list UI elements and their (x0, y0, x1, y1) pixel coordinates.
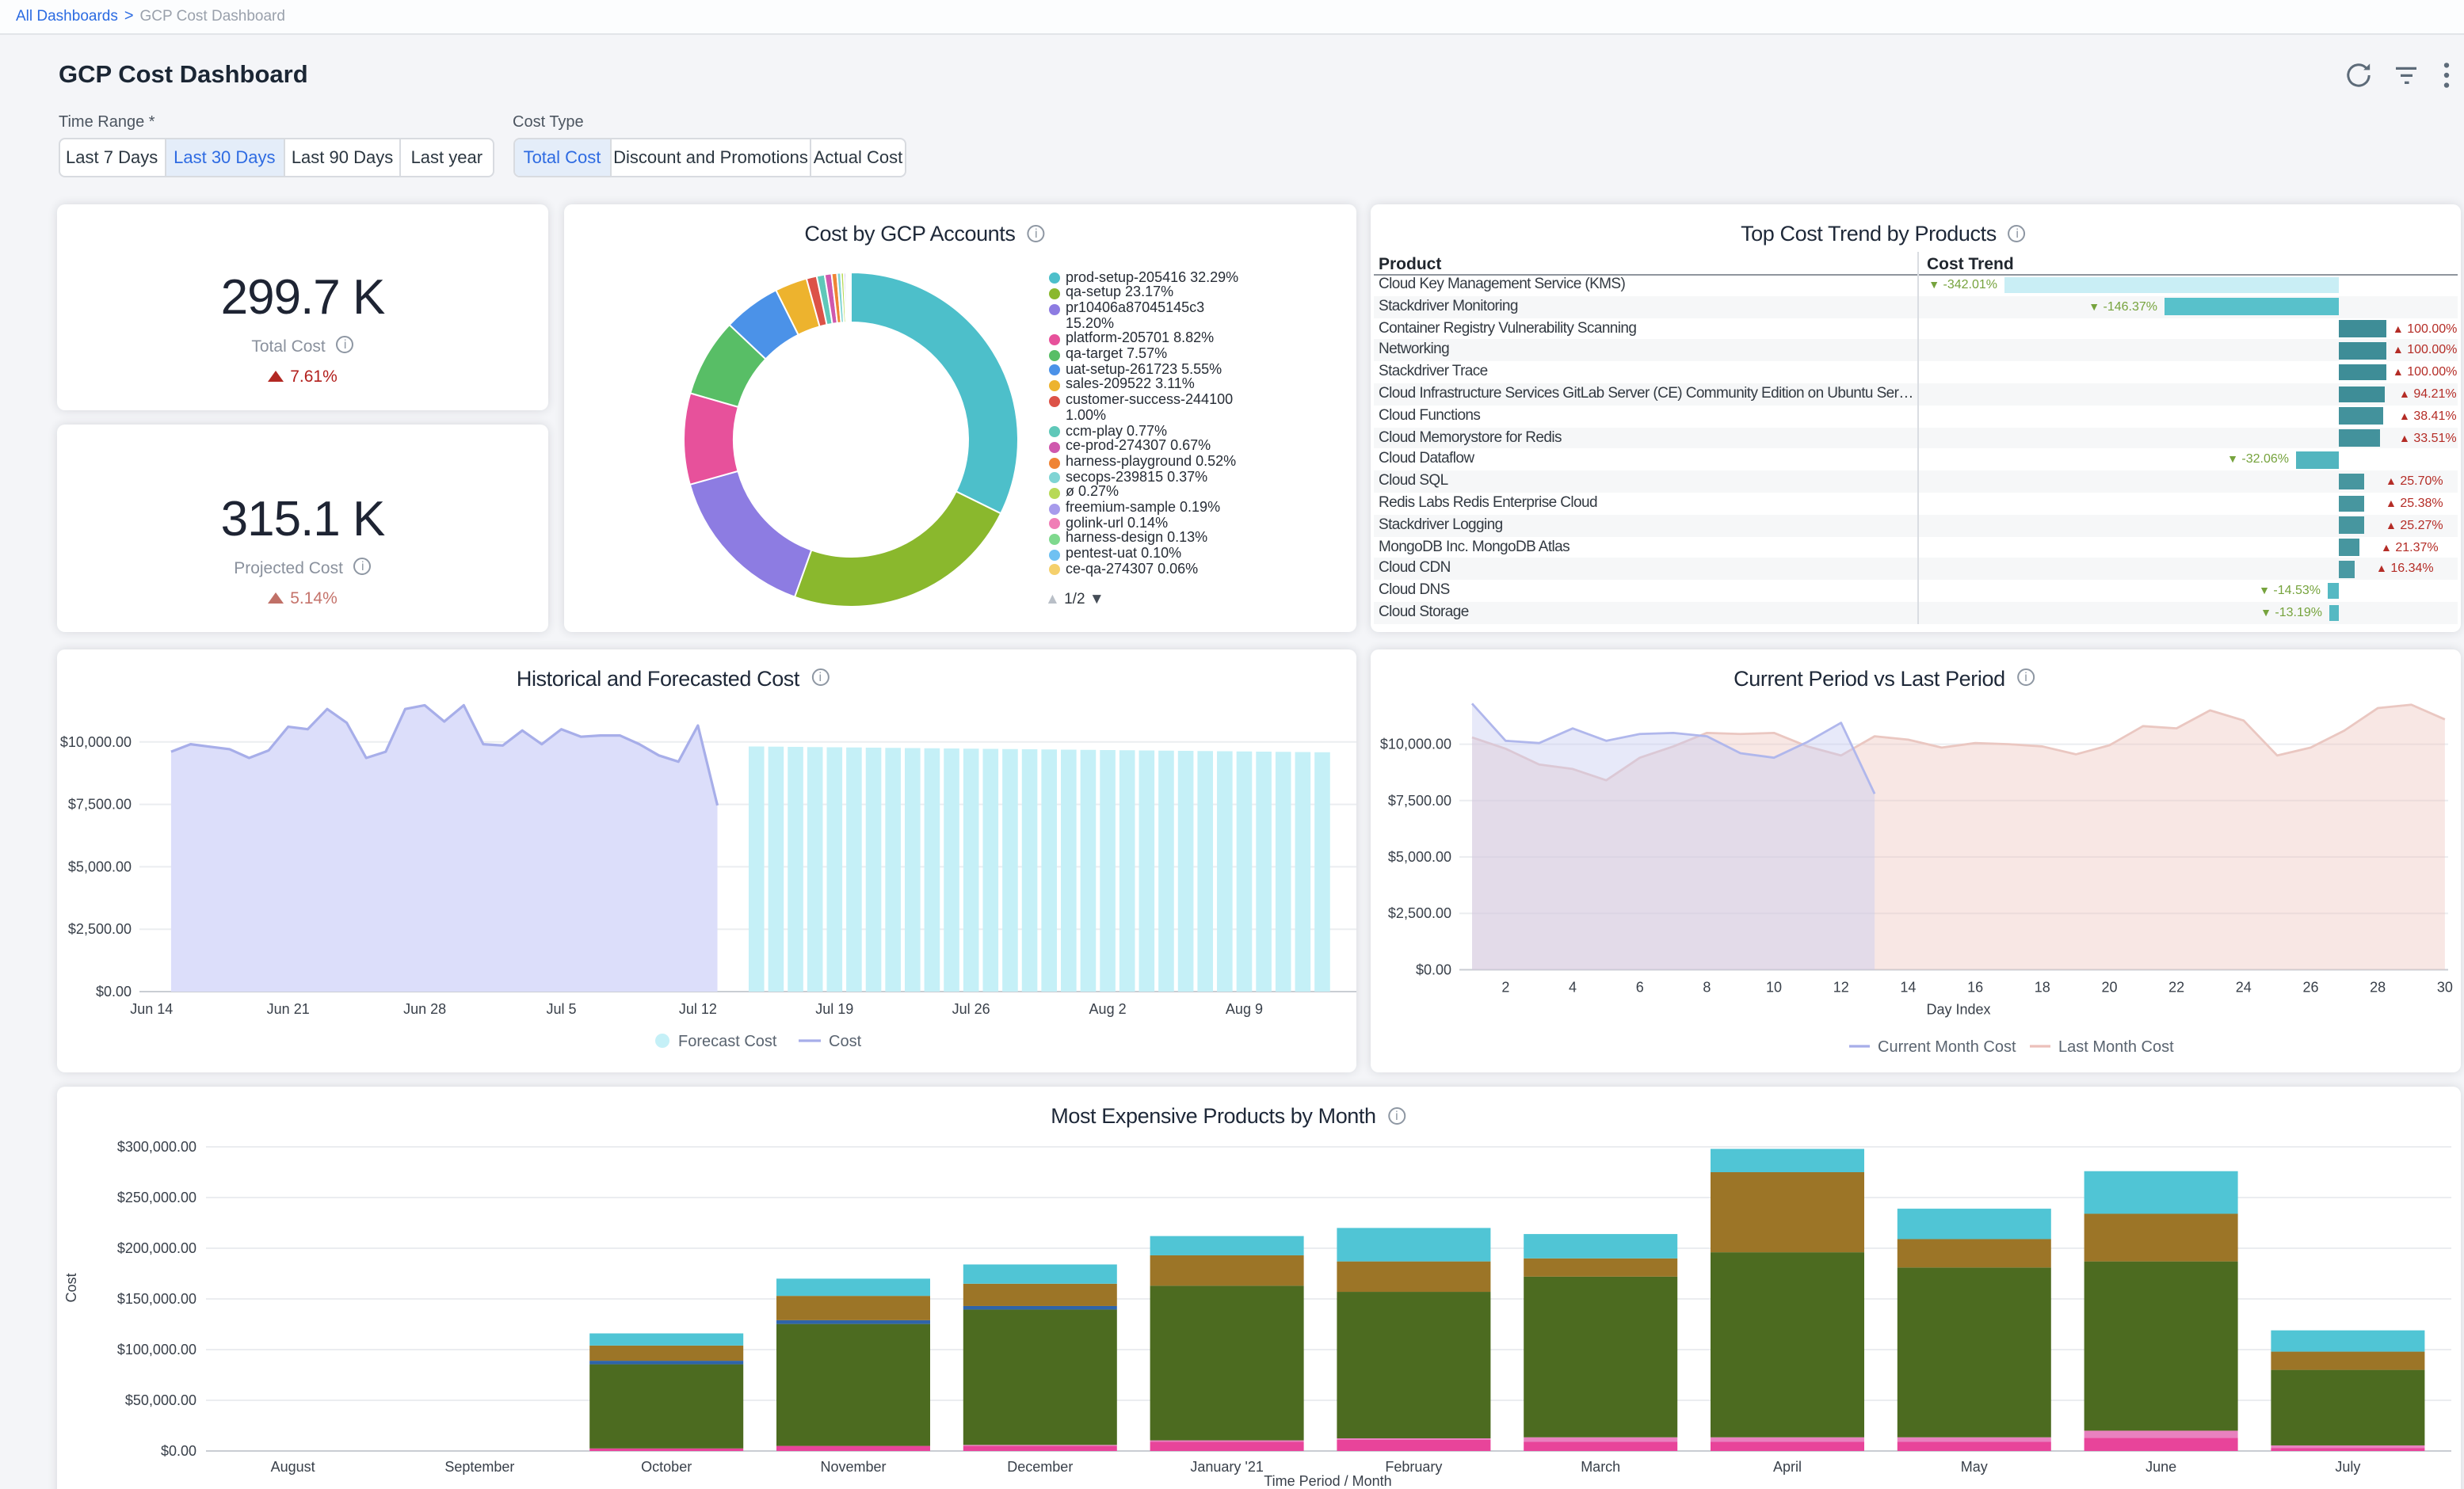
svg-text:$0.00: $0.00 (161, 1443, 196, 1459)
svg-text:$100,000.00: $100,000.00 (117, 1342, 196, 1358)
svg-text:4: 4 (1568, 978, 1576, 994)
svg-text:January '21: January '21 (1190, 1459, 1264, 1475)
svg-text:$5,000.00: $5,000.00 (1387, 848, 1451, 864)
svg-text:$2,500.00: $2,500.00 (68, 920, 132, 936)
svg-text:February: February (1385, 1459, 1442, 1475)
svg-text:April: April (1773, 1459, 1802, 1475)
svg-text:$0.00: $0.00 (1415, 961, 1451, 977)
svg-text:Aug 9: Aug 9 (1226, 1000, 1263, 1016)
svg-text:Aug 2: Aug 2 (1089, 1000, 1127, 1016)
svg-text:June: June (2146, 1459, 2176, 1475)
svg-text:$2,500.00: $2,500.00 (1387, 904, 1451, 920)
svg-text:Jul 26: Jul 26 (952, 1000, 990, 1016)
svg-text:$0.00: $0.00 (96, 983, 132, 999)
svg-text:Jun 21: Jun 21 (267, 1000, 310, 1016)
svg-text:26: 26 (2302, 978, 2317, 994)
svg-text:$10,000.00: $10,000.00 (60, 733, 132, 749)
svg-text:22: 22 (2168, 978, 2184, 994)
svg-text:August: August (271, 1459, 315, 1475)
svg-text:20: 20 (2100, 978, 2116, 994)
svg-text:November: November (820, 1459, 886, 1475)
svg-text:October: October (641, 1459, 692, 1475)
svg-text:Jul 5: Jul 5 (546, 1000, 576, 1016)
svg-text:12: 12 (1833, 978, 1848, 994)
svg-text:6: 6 (1635, 978, 1643, 994)
svg-text:Forecast Cost: Forecast Cost (678, 1032, 777, 1049)
svg-text:14: 14 (1899, 978, 1915, 994)
svg-text:$50,000.00: $50,000.00 (125, 1392, 196, 1408)
svg-text:18: 18 (2034, 978, 2050, 994)
svg-text:28: 28 (2369, 978, 2385, 994)
svg-text:Cost: Cost (63, 1273, 79, 1302)
svg-text:30: 30 (2436, 978, 2452, 994)
svg-text:Jul 19: Jul 19 (815, 1000, 853, 1016)
svg-text:Jun 28: Jun 28 (403, 1000, 446, 1016)
svg-text:December: December (1007, 1459, 1073, 1475)
svg-text:$5,000.00: $5,000.00 (68, 858, 132, 874)
svg-text:March: March (1581, 1459, 1620, 1475)
svg-text:May: May (1961, 1459, 1988, 1475)
svg-text:Jun 14: Jun 14 (130, 1000, 173, 1016)
svg-text:Time Period / Month: Time Period / Month (1264, 1473, 1391, 1489)
svg-text:Jul 12: Jul 12 (679, 1000, 717, 1016)
svg-text:Last Month Cost: Last Month Cost (2058, 1038, 2173, 1055)
svg-text:$10,000.00: $10,000.00 (1379, 736, 1451, 752)
svg-text:8: 8 (1702, 978, 1710, 994)
svg-text:Day Index: Day Index (1925, 1000, 1989, 1016)
svg-text:Current Month Cost: Current Month Cost (1877, 1038, 2016, 1055)
svg-text:$200,000.00: $200,000.00 (117, 1240, 196, 1256)
svg-text:2: 2 (1501, 978, 1509, 994)
svg-text:July: July (2335, 1459, 2360, 1475)
svg-text:Cost: Cost (829, 1032, 862, 1049)
svg-text:September: September (444, 1459, 514, 1475)
svg-text:$7,500.00: $7,500.00 (1387, 792, 1451, 808)
svg-text:10: 10 (1765, 978, 1781, 994)
svg-text:$7,500.00: $7,500.00 (68, 796, 132, 812)
svg-text:$300,000.00: $300,000.00 (117, 1139, 196, 1155)
svg-text:$250,000.00: $250,000.00 (117, 1190, 196, 1205)
svg-text:16: 16 (1966, 978, 1982, 994)
svg-text:$150,000.00: $150,000.00 (117, 1291, 196, 1307)
svg-text:24: 24 (2235, 978, 2251, 994)
